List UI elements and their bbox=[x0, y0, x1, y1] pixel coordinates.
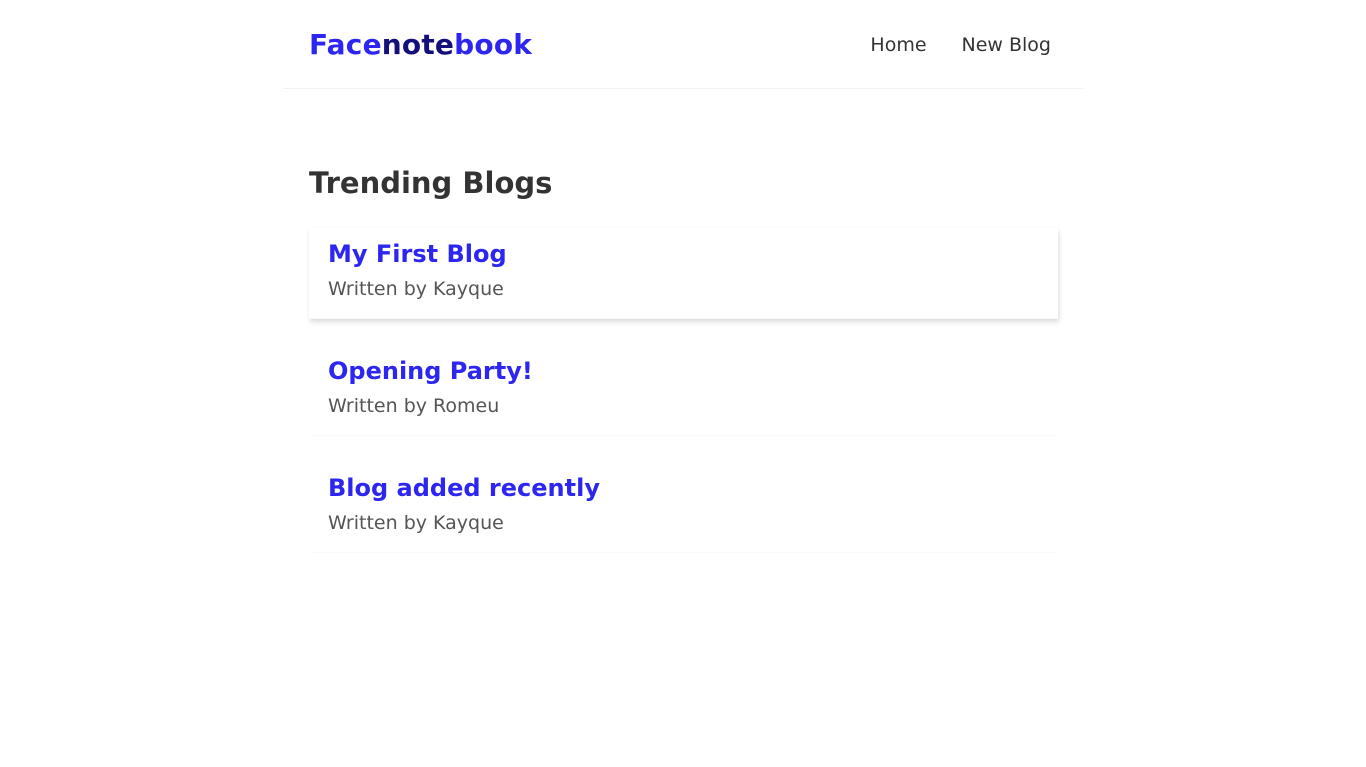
site-logo[interactable]: Facenotebook bbox=[309, 28, 532, 62]
blog-author: Written by Romeu bbox=[328, 395, 500, 417]
logo-part-note: note bbox=[381, 28, 455, 61]
nav-links: Home New Blog bbox=[870, 33, 1051, 57]
navbar: Facenotebook Home New Blog bbox=[283, 0, 1083, 89]
blog-preview-card[interactable]: My First Blog Written by Kayque bbox=[309, 228, 1058, 319]
nav-link-new-blog[interactable]: New Blog bbox=[962, 33, 1051, 57]
blog-title[interactable]: Opening Party! bbox=[328, 356, 1039, 386]
blog-title[interactable]: My First Blog bbox=[328, 239, 1039, 269]
page-title: Trending Blogs bbox=[309, 166, 553, 200]
logo-part-face: Face bbox=[309, 28, 382, 61]
blog-preview-card[interactable]: Blog added recently Written by Kayque bbox=[309, 462, 1058, 553]
blog-author: Written by Kayque bbox=[328, 278, 504, 300]
main-content: Trending Blogs My First Blog Written by … bbox=[309, 165, 1058, 579]
nav-link-home[interactable]: Home bbox=[870, 33, 926, 57]
blog-title[interactable]: Blog added recently bbox=[328, 473, 1039, 503]
blog-preview-card[interactable]: Opening Party! Written by Romeu bbox=[309, 345, 1058, 436]
blog-author: Written by Kayque bbox=[328, 512, 504, 534]
logo-part-book: book bbox=[454, 28, 533, 61]
